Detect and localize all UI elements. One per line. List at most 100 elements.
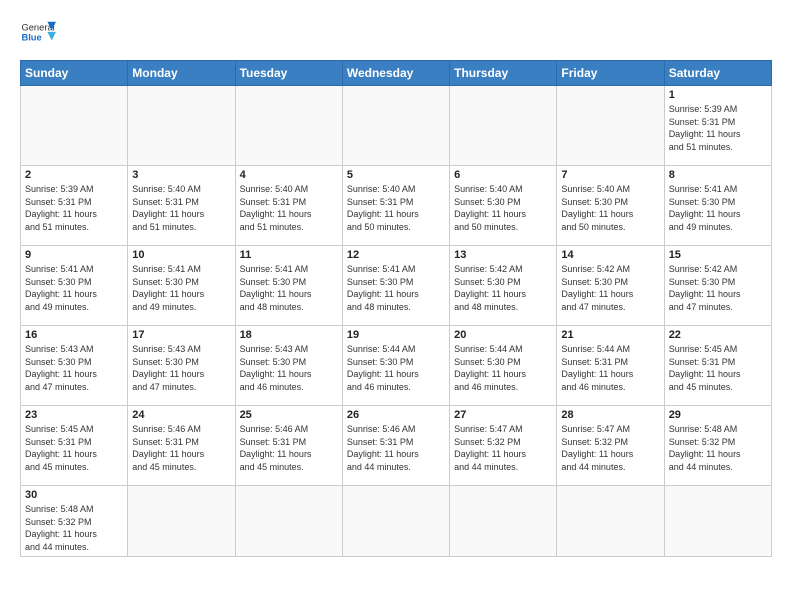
logo: General Blue — [20, 16, 56, 52]
weekday-header-sunday: Sunday — [21, 61, 128, 86]
day-info: Sunrise: 5:40 AM Sunset: 5:30 PM Dayligh… — [561, 183, 659, 233]
day-info: Sunrise: 5:41 AM Sunset: 5:30 PM Dayligh… — [347, 263, 445, 313]
day-info: Sunrise: 5:44 AM Sunset: 5:31 PM Dayligh… — [561, 343, 659, 393]
calendar-day-cell: 12Sunrise: 5:41 AM Sunset: 5:30 PM Dayli… — [342, 246, 449, 326]
calendar-day-cell: 20 Sunrise: 5:44 AM Sunset: 5:30 PM Dayli… — [450, 326, 557, 406]
calendar-empty-cell — [450, 486, 557, 557]
day-number: 14 — [561, 249, 659, 261]
calendar-empty-cell — [450, 86, 557, 166]
calendar-day-cell: 7 Sunrise: 5:40 AM Sunset: 5:30 PM Daylig… — [557, 166, 664, 246]
weekday-header-wednesday: Wednesday — [342, 61, 449, 86]
day-info: Sunrise: 5:47 AM Sunset: 5:32 PM Dayligh… — [454, 423, 552, 473]
calendar-empty-cell — [342, 86, 449, 166]
weekday-header-saturday: Saturday — [664, 61, 771, 86]
calendar-table: SundayMondayTuesdayWednesdayThursdayFrid… — [20, 60, 772, 557]
svg-text:Blue: Blue — [21, 32, 41, 42]
day-info: Sunrise: 5:41 AM Sunset: 5:30 PM Dayligh… — [132, 263, 230, 313]
weekday-header-monday: Monday — [128, 61, 235, 86]
calendar-day-cell: 10 Sunrise: 5:41 AM Sunset: 5:30 PM Dayli… — [128, 246, 235, 326]
calendar-day-cell: 6Sunrise: 5:40 AM Sunset: 5:30 PM Daylig… — [450, 166, 557, 246]
calendar-week-row: 2 Sunrise: 5:39 AM Sunset: 5:31 PM Daylig… — [21, 166, 772, 246]
calendar-day-cell: 24 Sunrise: 5:46 AM Sunset: 5:31 PM Dayli… — [128, 406, 235, 486]
day-info: Sunrise: 5:45 AM Sunset: 5:31 PM Dayligh… — [669, 343, 767, 393]
day-number: 8 — [669, 169, 767, 181]
day-info: Sunrise: 5:44 AM Sunset: 5:30 PM Dayligh… — [454, 343, 552, 393]
day-info: Sunrise: 5:43 AM Sunset: 5:30 PM Dayligh… — [240, 343, 338, 393]
day-number: 27 — [454, 409, 552, 421]
calendar-day-cell: 16 Sunrise: 5:43 AM Sunset: 5:30 PM Dayli… — [21, 326, 128, 406]
day-number: 18 — [240, 329, 338, 341]
calendar-empty-cell — [128, 486, 235, 557]
day-info: Sunrise: 5:41 AM Sunset: 5:30 PM Dayligh… — [240, 263, 338, 313]
calendar-empty-cell — [557, 486, 664, 557]
weekday-header-tuesday: Tuesday — [235, 61, 342, 86]
day-info: Sunrise: 5:41 AM Sunset: 5:30 PM Dayligh… — [669, 183, 767, 233]
calendar-day-cell: 14Sunrise: 5:42 AM Sunset: 5:30 PM Dayli… — [557, 246, 664, 326]
logo-icon: General Blue — [20, 16, 56, 52]
day-info: Sunrise: 5:48 AM Sunset: 5:32 PM Dayligh… — [669, 423, 767, 473]
day-number: 13 — [454, 249, 552, 261]
calendar-day-cell: 17Sunrise: 5:43 AM Sunset: 5:30 PM Dayli… — [128, 326, 235, 406]
day-number: 20 — [454, 329, 552, 341]
calendar-day-cell: 13 Sunrise: 5:42 AM Sunset: 5:30 PM Dayli… — [450, 246, 557, 326]
day-info: Sunrise: 5:48 AM Sunset: 5:32 PM Dayligh… — [25, 503, 123, 553]
day-number: 16 — [25, 329, 123, 341]
calendar-week-row: 9 Sunrise: 5:41 AM Sunset: 5:30 PM Daylig… — [21, 246, 772, 326]
day-number: 3 — [132, 169, 230, 181]
day-number: 19 — [347, 329, 445, 341]
day-number: 25 — [240, 409, 338, 421]
day-number: 30 — [25, 489, 123, 501]
calendar-day-cell: 21Sunrise: 5:44 AM Sunset: 5:31 PM Dayli… — [557, 326, 664, 406]
day-info: Sunrise: 5:40 AM Sunset: 5:31 PM Dayligh… — [240, 183, 338, 233]
calendar-day-cell: 18 Sunrise: 5:43 AM Sunset: 5:30 PM Dayli… — [235, 326, 342, 406]
day-number: 5 — [347, 169, 445, 181]
calendar-empty-cell — [235, 86, 342, 166]
calendar-week-row: 1 Sunrise: 5:39 AM Sunset: 5:31 PM Daylig… — [21, 86, 772, 166]
calendar-header-row: SundayMondayTuesdayWednesdayThursdayFrid… — [21, 61, 772, 86]
day-info: Sunrise: 5:46 AM Sunset: 5:31 PM Dayligh… — [240, 423, 338, 473]
calendar-day-cell: 30 Sunrise: 5:48 AM Sunset: 5:32 PM Dayli… — [21, 486, 128, 557]
day-info: Sunrise: 5:40 AM Sunset: 5:30 PM Dayligh… — [454, 183, 552, 233]
day-info: Sunrise: 5:43 AM Sunset: 5:30 PM Dayligh… — [132, 343, 230, 393]
day-info: Sunrise: 5:44 AM Sunset: 5:30 PM Dayligh… — [347, 343, 445, 393]
calendar-day-cell: 2 Sunrise: 5:39 AM Sunset: 5:31 PM Daylig… — [21, 166, 128, 246]
day-number: 10 — [132, 249, 230, 261]
day-number: 23 — [25, 409, 123, 421]
day-info: Sunrise: 5:46 AM Sunset: 5:31 PM Dayligh… — [347, 423, 445, 473]
day-info: Sunrise: 5:39 AM Sunset: 5:31 PM Dayligh… — [25, 183, 123, 233]
day-info: Sunrise: 5:39 AM Sunset: 5:31 PM Dayligh… — [669, 103, 767, 153]
calendar-day-cell: 3 Sunrise: 5:40 AM Sunset: 5:31 PM Daylig… — [128, 166, 235, 246]
day-number: 9 — [25, 249, 123, 261]
calendar-empty-cell — [21, 86, 128, 166]
day-info: Sunrise: 5:46 AM Sunset: 5:31 PM Dayligh… — [132, 423, 230, 473]
day-number: 1 — [669, 89, 767, 101]
calendar-day-cell: 29 Sunrise: 5:48 AM Sunset: 5:32 PM Dayli… — [664, 406, 771, 486]
day-info: Sunrise: 5:42 AM Sunset: 5:30 PM Dayligh… — [454, 263, 552, 313]
calendar-week-row: 16 Sunrise: 5:43 AM Sunset: 5:30 PM Dayli… — [21, 326, 772, 406]
calendar-empty-cell — [664, 486, 771, 557]
day-number: 24 — [132, 409, 230, 421]
calendar-day-cell: 27 Sunrise: 5:47 AM Sunset: 5:32 PM Dayli… — [450, 406, 557, 486]
calendar-day-cell: 8 Sunrise: 5:41 AM Sunset: 5:30 PM Daylig… — [664, 166, 771, 246]
weekday-header-friday: Friday — [557, 61, 664, 86]
calendar-day-cell: 22 Sunrise: 5:45 AM Sunset: 5:31 PM Dayli… — [664, 326, 771, 406]
calendar-empty-cell — [128, 86, 235, 166]
day-info: Sunrise: 5:47 AM Sunset: 5:32 PM Dayligh… — [561, 423, 659, 473]
calendar-empty-cell — [235, 486, 342, 557]
weekday-header-thursday: Thursday — [450, 61, 557, 86]
day-number: 22 — [669, 329, 767, 341]
day-number: 29 — [669, 409, 767, 421]
calendar-day-cell: 5 Sunrise: 5:40 AM Sunset: 5:31 PM Daylig… — [342, 166, 449, 246]
day-info: Sunrise: 5:43 AM Sunset: 5:30 PM Dayligh… — [25, 343, 123, 393]
calendar-day-cell: 19 Sunrise: 5:44 AM Sunset: 5:30 PM Dayli… — [342, 326, 449, 406]
calendar-empty-cell — [342, 486, 449, 557]
calendar-day-cell: 1 Sunrise: 5:39 AM Sunset: 5:31 PM Daylig… — [664, 86, 771, 166]
day-number: 7 — [561, 169, 659, 181]
day-number: 2 — [25, 169, 123, 181]
day-number: 11 — [240, 249, 338, 261]
calendar-day-cell: 23Sunrise: 5:45 AM Sunset: 5:31 PM Dayli… — [21, 406, 128, 486]
calendar-day-cell: 28Sunrise: 5:47 AM Sunset: 5:32 PM Dayli… — [557, 406, 664, 486]
day-info: Sunrise: 5:40 AM Sunset: 5:31 PM Dayligh… — [347, 183, 445, 233]
day-info: Sunrise: 5:40 AM Sunset: 5:31 PM Dayligh… — [132, 183, 230, 233]
calendar-day-cell: 4Sunrise: 5:40 AM Sunset: 5:31 PM Daylig… — [235, 166, 342, 246]
